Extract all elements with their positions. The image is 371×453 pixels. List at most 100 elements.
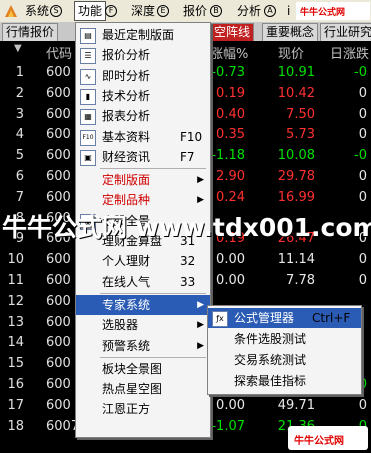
row-rise: 0 xyxy=(358,169,367,184)
sort-down-icon[interactable]: ▼ xyxy=(14,43,22,54)
menu-item-12[interactable]: 在线人气 33 xyxy=(76,272,210,292)
submenu-item-label: 条件选股测试 xyxy=(234,332,307,346)
submenu-arrow-icon: ▶ xyxy=(197,175,204,186)
row-code: 600 xyxy=(46,85,71,101)
menu-item-4[interactable]: ▦ 报表分析 xyxy=(76,106,210,126)
row-change: -1.07 xyxy=(211,418,245,434)
submenu-item-1[interactable]: 条件选股测试 xyxy=(208,329,361,349)
menu-depth[interactable]: 深度 xyxy=(128,2,158,20)
menu-function[interactable]: 功能 xyxy=(74,1,107,21)
row-index: 5 xyxy=(15,148,24,164)
row-rise: 0 xyxy=(358,85,367,101)
submenu-arrow-icon: ▶ xyxy=(197,340,204,351)
row-code: 600 xyxy=(46,314,71,330)
menu-item-6[interactable]: ▣ 财经资讯 F7 xyxy=(76,147,210,167)
col-rise[interactable]: 日涨跌 xyxy=(330,43,369,62)
row-index: 14 xyxy=(7,335,24,351)
formula-icon: ƒx xyxy=(212,311,228,327)
bottom-logo-text: 牛牛公式网 xyxy=(294,436,344,447)
row-change: 0.40 xyxy=(216,106,245,122)
row-code: 600 xyxy=(46,252,71,268)
menu-item-11[interactable]: 个人理财 32 xyxy=(76,251,210,271)
menu-item-label: 报价分析 xyxy=(102,48,151,63)
menu-item-17[interactable]: 热点星空图 xyxy=(76,379,210,399)
col-change[interactable]: 涨幅% xyxy=(210,43,248,62)
tab-empty-line[interactable]: 空阵线 xyxy=(210,23,255,41)
row-index: 17 xyxy=(7,397,24,413)
row-index: 4 xyxy=(15,127,24,143)
row-index: 3 xyxy=(15,106,24,122)
submenu-arrow-icon: ▶ xyxy=(197,299,204,310)
menu-quote[interactable]: 报价 xyxy=(180,2,210,20)
menu-more[interactable]: i xyxy=(284,2,293,20)
row-price: 29.78 xyxy=(277,169,315,184)
menu-item-label: 即时分析 xyxy=(102,68,151,83)
expert-submenu: ƒx 公式管理器 Ctrl+F 条件选股测试交易系统测试探索最佳指标 xyxy=(207,305,362,395)
row-change: 0.00 xyxy=(216,397,245,413)
menu-depth-key: E xyxy=(157,5,169,17)
menu-function-key: F xyxy=(105,5,117,17)
watermark: 牛牛公式网 www.tdx001.com xyxy=(2,213,371,242)
row-change: 0.24 xyxy=(216,189,245,205)
submenu-item-label: 探索最佳指标 xyxy=(234,374,307,388)
menu-item-label: 在线人气 xyxy=(102,274,151,289)
row-code: 600 xyxy=(46,377,71,392)
menu-item-2[interactable]: ∿ 即时分析 xyxy=(76,66,210,86)
row-rise: 0 xyxy=(358,189,367,205)
row-change: 0.19 xyxy=(216,85,245,101)
menu-system[interactable]: 系统 xyxy=(22,2,52,20)
menu-item-shortcut: 32 xyxy=(180,254,196,269)
menu-system-key: S xyxy=(50,5,62,17)
row-index: 10 xyxy=(7,252,24,268)
col-code[interactable]: 代码 xyxy=(46,43,72,62)
row-price: 10.08 xyxy=(277,148,315,164)
menu-bar: 系统 S 功能 F 深度 E 报价 B 分析 A i 牛牛公式网 xyxy=(0,0,371,22)
row-index: 2 xyxy=(15,85,24,101)
menu-item-label: 江恩正方 xyxy=(102,402,151,417)
menu-item-3[interactable]: ▮ 技术分析 xyxy=(76,86,210,106)
submenu-item-2[interactable]: 交易系统测试 xyxy=(208,350,361,370)
row-price: 7.50 xyxy=(286,106,315,122)
row-code: 600 xyxy=(46,293,71,309)
menu-separator xyxy=(100,356,206,358)
tab-key-concepts[interactable]: 重要概念 xyxy=(262,23,319,41)
menu-item-0[interactable]: ▤ 最近定制版面 xyxy=(76,25,210,45)
row-rise: 0 xyxy=(358,252,367,268)
menu-item-7[interactable]: 定制版面 ▶ xyxy=(76,170,210,190)
f10-icon: F10 xyxy=(80,129,96,146)
row-code: 600 xyxy=(46,335,71,351)
tab-quotes[interactable]: 行情报价 xyxy=(2,23,59,41)
row-change: 0.35 xyxy=(216,127,245,143)
col-price[interactable]: 现价 xyxy=(278,43,304,62)
menu-item-14[interactable]: 选股器 ▶ xyxy=(76,315,210,335)
menu-separator xyxy=(100,168,206,170)
report-icon: ▦ xyxy=(80,109,96,126)
row-code: 600 xyxy=(46,397,71,413)
corner-logo-text: 牛牛公式网 xyxy=(300,8,346,18)
menu-item-label: 报表分析 xyxy=(102,109,151,124)
tab-industry-research[interactable]: 行业研究 xyxy=(320,23,371,41)
submenu-item-shortcut: Ctrl+F xyxy=(312,311,351,325)
submenu-item-3[interactable]: 探索最佳指标 xyxy=(208,371,361,391)
menu-item-13[interactable]: 专家系统 ▶ xyxy=(76,294,210,315)
bottom-logo: 牛牛公式网 xyxy=(288,426,368,450)
menu-item-label: 专家系统 xyxy=(102,297,151,312)
realtime-chart-icon: ∿ xyxy=(80,68,96,85)
submenu-item-0[interactable]: ƒx 公式管理器 Ctrl+F xyxy=(208,308,361,328)
row-change: -1.18 xyxy=(211,148,245,164)
menu-item-16[interactable]: 板块全景图 xyxy=(76,359,210,379)
menu-item-15[interactable]: 预警系统 ▶ xyxy=(76,336,210,356)
row-rise: -0 xyxy=(354,65,367,80)
menu-analysis[interactable]: 分析 xyxy=(234,2,264,20)
row-code: 600 xyxy=(46,148,71,164)
menu-item-shortcut: F7 xyxy=(180,149,195,164)
menu-item-18[interactable]: 江恩正方 xyxy=(76,399,210,419)
submenu-arrow-icon: ▶ xyxy=(197,320,204,331)
corner-logo: 牛牛公式网 xyxy=(296,2,370,20)
row-price: 49.71 xyxy=(277,397,315,413)
row-rise: 0 xyxy=(358,397,367,413)
row-price: 11.14 xyxy=(277,252,315,268)
menu-item-label: 技术分析 xyxy=(102,88,151,103)
menu-item-5[interactable]: F10 基本资料 F10 xyxy=(76,127,210,147)
menu-item-1[interactable]: ☰ 报价分析 xyxy=(76,45,210,65)
